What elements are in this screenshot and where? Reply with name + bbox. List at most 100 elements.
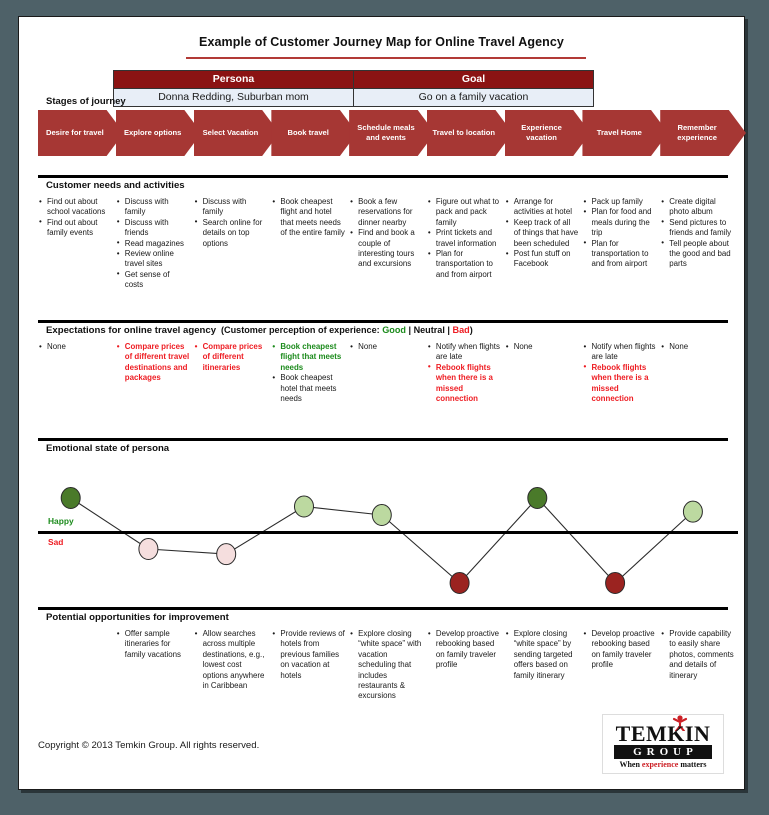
bullet-list: Offer sample itineraries for family vaca… <box>116 628 190 660</box>
stage-chevron-4[interactable]: Book travel <box>271 110 358 156</box>
bullet-list: Arrange for activities at hotelKeep trac… <box>505 197 579 270</box>
stage-chevron-8[interactable]: Travel Home <box>582 110 669 156</box>
list-item: Send pictures to friends and family <box>661 217 734 239</box>
list-item: Notify when flights are late <box>583 342 656 363</box>
emotion-dot-1[interactable] <box>60 487 81 509</box>
persona-value: Donna Redding, Suburban mom <box>113 88 354 107</box>
stage-chevron-2[interactable]: Explore options <box>115 110 202 156</box>
logo-subwordmark: GROUP <box>614 745 712 759</box>
stage-label: Explore options <box>123 127 182 137</box>
happy-label: Happy <box>48 516 74 526</box>
opportunities-columns: Offer sample itineraries for family vaca… <box>38 628 738 702</box>
opportunities-column-2: Offer sample itineraries for family vaca… <box>116 628 194 702</box>
needs-columns: Find out about school vacationsFind out … <box>38 196 738 291</box>
expectations-column-2: Compare prices of different travel desti… <box>116 342 194 404</box>
needs-section-title: Customer needs and activities <box>46 180 185 191</box>
copyright-text: Copyright © 2013 Temkin Group. All right… <box>38 740 260 751</box>
stage-chevron-7[interactable]: Experience vacation <box>504 110 591 156</box>
list-item: Review online travel sites <box>117 249 190 270</box>
needs-column-6: Figure out what to pack and pack family P… <box>427 196 505 291</box>
emotion-dot-7[interactable] <box>527 487 548 509</box>
bullet-list: Notify when flights are lateRebook fligh… <box>582 342 656 404</box>
emotion-dot-9[interactable] <box>682 500 703 523</box>
expectations-column-1: None <box>38 341 116 404</box>
stage-label: Experience vacation <box>521 122 562 143</box>
needs-column-3: Discuss with familySearch online for det… <box>194 197 272 291</box>
bullet-list: Discuss with familySearch online for det… <box>194 197 268 249</box>
expectations-columns: None Compare prices of different travel d… <box>38 341 738 404</box>
list-item: Figure out what to pack and pack family <box>428 196 501 228</box>
list-item: Compare prices of different travel desti… <box>117 342 190 384</box>
stage-chevron-9[interactable]: Remember experience <box>660 110 746 156</box>
emotion-dot-2[interactable] <box>138 538 159 560</box>
page-title: Example of Customer Journey Map for Onli… <box>199 35 564 49</box>
stage-label: Schedule meals and events <box>357 122 415 143</box>
list-item: Pack up family <box>583 196 656 207</box>
emotion-dot-8[interactable] <box>605 572 626 594</box>
tagline-part-2: experience <box>641 760 679 769</box>
goal-value: Go on a family vacation <box>353 88 594 107</box>
section-divider-opportunities <box>38 607 728 610</box>
stage-chevron-5[interactable]: Schedule meals and events <box>349 110 435 156</box>
list-item: Get sense of costs <box>117 269 190 291</box>
list-item: Plan for transportation to and from airp… <box>428 249 501 280</box>
stage-label: Book travel <box>287 127 329 137</box>
bullet-list: Notify when flights are lateRebook fligh… <box>427 342 501 404</box>
stage-chevron-1[interactable]: Desire for travel <box>38 110 124 156</box>
legend-prefix: (Customer perception of experience: <box>221 325 383 335</box>
opportunities-column-6: Develop proactive rebooking based on fam… <box>427 629 505 702</box>
tagline-part-1: When <box>619 760 642 769</box>
list-item: Provide reviews of hotels from previous … <box>272 628 345 681</box>
stages-label: Stages of journey <box>46 96 126 107</box>
list-item: Search online for details on top options <box>195 217 268 249</box>
needs-column-7: Arrange for activities at hotelKeep trac… <box>505 197 583 291</box>
emotion-dot-6[interactable] <box>449 572 470 594</box>
emotion-dot-3[interactable] <box>216 543 237 566</box>
logo-wordmark: TEMKIN <box>615 721 711 746</box>
list-item: Rebook flights when there is a missed co… <box>428 362 501 405</box>
opportunities-column-8: Develop proactive rebooking based on fam… <box>582 629 660 702</box>
table-row: Donna Redding, Suburban mom Go on a fami… <box>113 88 594 107</box>
bullet-list: None <box>505 341 579 352</box>
list-item: Book cheapest flight and hotel that meet… <box>272 197 345 239</box>
list-item: Provide capability to easily share photo… <box>661 628 734 681</box>
opportunities-column-9: Provide capability to easily share photo… <box>660 628 738 702</box>
bullet-list: Explore closing “white space” by sending… <box>505 628 579 681</box>
bullet-list: Compare prices of different travel desti… <box>116 342 190 384</box>
list-item: Book cheapest flight that meets needs <box>272 341 345 373</box>
needs-column-1: Find out about school vacationsFind out … <box>38 197 116 291</box>
stage-chevron-3[interactable]: Select Vacation <box>193 110 280 156</box>
stage-label: Travel to location <box>432 127 495 137</box>
legend-sep-1: | <box>405 325 414 335</box>
expectations-column-6: Notify when flights are lateRebook fligh… <box>427 342 505 404</box>
list-item: Post fun stuff on Facebook <box>506 249 579 270</box>
list-item: Discuss with friends <box>117 217 190 239</box>
opportunities-column-7: Explore closing “white space” by sending… <box>505 628 583 702</box>
list-item: Notify when flights are late <box>428 342 501 363</box>
goal-header: Goal <box>353 70 594 89</box>
needs-column-5: Book a few reservations for dinner nearb… <box>349 196 427 291</box>
expectations-section-title: Expectations for online travel agency <box>46 325 217 336</box>
perception-legend: (Customer perception of experience: Good… <box>221 325 473 335</box>
legend-bad: Bad <box>452 325 470 335</box>
list-item: Discuss with family <box>195 197 268 218</box>
persona-header: Persona <box>113 70 354 89</box>
expectations-column-9: None <box>660 341 738 404</box>
list-item: None <box>506 341 579 352</box>
emotion-baseline-axis <box>38 531 738 534</box>
sad-label: Sad <box>48 537 64 547</box>
bullet-list: None <box>38 341 112 352</box>
bullet-list: None <box>660 341 734 352</box>
list-item: Book cheapest hotel that meets needs <box>272 373 345 404</box>
emotion-dot-4[interactable] <box>294 495 314 518</box>
expectations-column-7: None <box>505 341 583 404</box>
list-item: None <box>39 341 112 352</box>
section-divider-emotions <box>38 438 728 441</box>
opportunities-column-4: Provide reviews of hotels from previous … <box>271 628 349 702</box>
emotion-dot-5[interactable] <box>371 504 392 526</box>
list-item: Plan for transportation to and from airp… <box>583 238 656 270</box>
temkin-group-logo: TEMKIN GROUP When experience matters <box>602 714 724 774</box>
bullet-list: Find out about school vacationsFind out … <box>38 197 112 239</box>
title-underline <box>186 57 586 59</box>
stage-chevron-6[interactable]: Travel to location <box>426 110 513 156</box>
